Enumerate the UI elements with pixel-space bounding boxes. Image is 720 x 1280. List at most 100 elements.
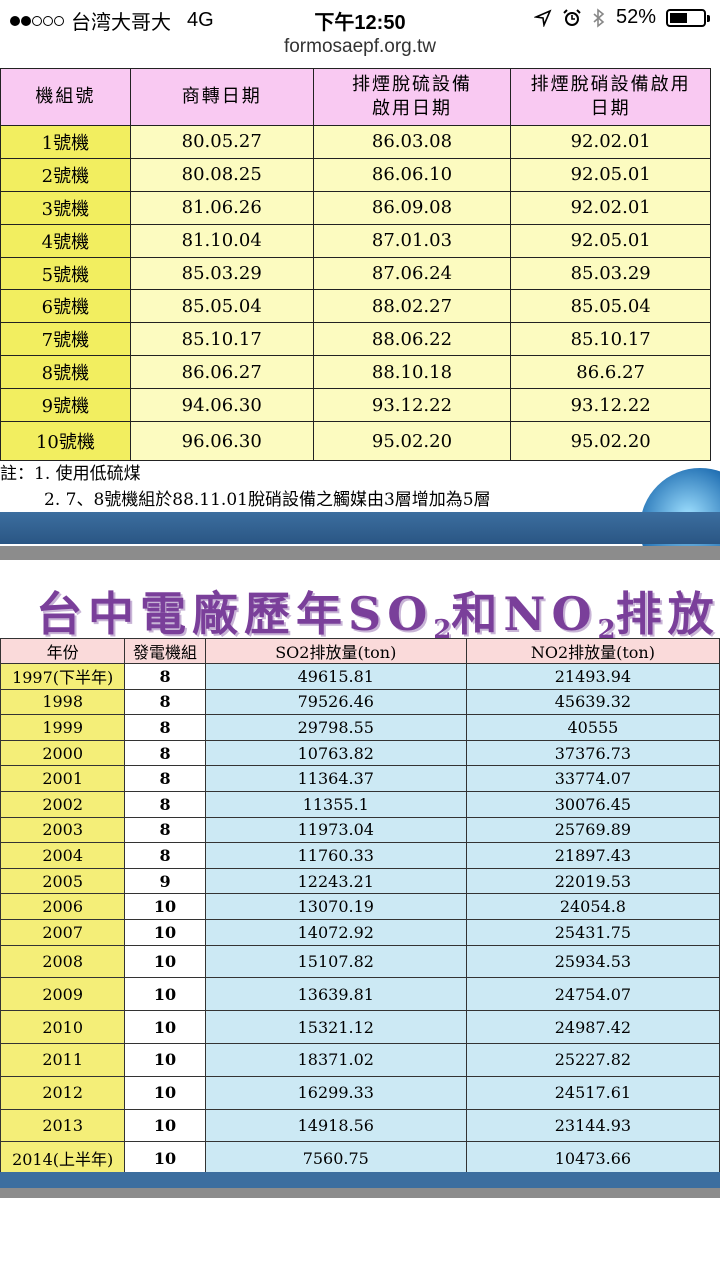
table-row: 2008 10 15107.82 25934.53 [0, 944, 720, 979]
so2-cell: 29798.55 [204, 714, 467, 741]
year-cell: 2011 [0, 1042, 126, 1077]
unit-dates-slide: 機組號 商轉日期 排煙脫硫設備 啟用日期 排煙脫硝設備啟用 日期 1號機 80.05.27 8… [0, 68, 720, 546]
date-cell: 86.03.08 [312, 125, 512, 159]
year-cell: 1997(下半年) [0, 663, 126, 690]
table-notes: 註：1. 使用低硫煤 2. 7、8號機組於88.11.01脫硝設備之觸媒由3層增… [0, 461, 491, 513]
year-cell: 2010 [0, 1010, 126, 1044]
slide-separator [0, 546, 720, 560]
table-row: 2002 8 11355.1 30076.45 [0, 790, 720, 818]
table-row: 2010 10 15321.12 24987.42 [0, 1010, 720, 1044]
no2-cell: 10473.66 [465, 1141, 720, 1176]
slide-footer-band [0, 1172, 720, 1188]
no2-cell: 33774.07 [465, 765, 720, 792]
so2-cell: 13639.81 [204, 977, 467, 1012]
date-cell: 92.02.01 [510, 190, 711, 225]
so2-cell: 79526.46 [204, 688, 467, 716]
unit-dates-table: 機組號 商轉日期 排煙脫硫設備 啟用日期 排煙脫硝設備啟用 日期 1號機 80.05.27 8… [0, 68, 711, 462]
date-cell: 85.05.04 [510, 289, 711, 324]
no2-cell: 40555 [465, 714, 720, 741]
table-row: 1998 8 79526.46 45639.32 [0, 688, 720, 716]
no2-cell: 24754.07 [465, 977, 720, 1012]
slide-footer-band [0, 512, 720, 544]
unit-name-cell: 6號機 [0, 289, 131, 324]
header-line: 排煙脫硫設備 [351, 74, 472, 95]
unit-count-cell: 10 [124, 1010, 206, 1044]
table-row: 4號機 81.10.04 87.01.03 92.05.01 [0, 223, 711, 258]
bluetooth-icon [593, 7, 605, 28]
so2-cell: 49615.81 [204, 663, 467, 690]
date-cell: 88.06.22 [312, 322, 512, 357]
date-cell: 85.10.17 [510, 322, 711, 357]
no2-cell: 22019.53 [465, 867, 720, 895]
date-cell: 86.09.08 [312, 190, 512, 225]
date-cell: 95.02.20 [510, 421, 711, 462]
table-row: 2011 10 18371.02 25227.82 [0, 1042, 720, 1077]
so2-cell: 15107.82 [204, 944, 467, 979]
year-cell: 2007 [0, 918, 126, 946]
slide-title: 台中電廠歷年SO2和NO2排放量 [0, 578, 720, 645]
battery-percent: 52% [615, 6, 656, 28]
unit-name-cell: 10號機 [0, 421, 131, 462]
unit-count-cell: 8 [124, 663, 206, 690]
header-line: 商轉日期 [181, 86, 262, 107]
unit-name-cell: 4號機 [0, 223, 131, 258]
unit-count-cell: 8 [124, 842, 206, 869]
slide-separator [0, 1188, 720, 1198]
title-part: 和NO [451, 587, 598, 641]
unit-count-cell: 8 [124, 714, 206, 741]
year-cell: 2012 [0, 1075, 126, 1110]
year-cell: 2000 [0, 739, 126, 767]
alarm-clock-icon [563, 8, 581, 26]
address-bar-url[interactable]: formosaepf.org.tw [0, 36, 720, 58]
table-row: 2012 10 16299.33 24517.61 [0, 1075, 720, 1110]
date-cell: 93.12.22 [312, 388, 512, 423]
battery-level [670, 12, 687, 23]
date-cell: 94.06.30 [129, 388, 314, 423]
no2-cell: 25769.89 [465, 816, 720, 844]
so2-cell: 7560.75 [204, 1141, 467, 1176]
so2-cell: 10763.82 [204, 739, 467, 767]
date-cell: 80.05.27 [129, 125, 314, 159]
status-bar: 台湾大哥大 4G 下午12:50 52% [0, 0, 720, 36]
unit-count-cell: 10 [124, 1141, 206, 1176]
unit-count-cell: 10 [124, 977, 206, 1012]
emission-table: 年份 發電機組 SO2排放量(ton) NO2排放量(ton) 1997(下半年) 8 4… [0, 638, 720, 1176]
unit-name-cell: 7號機 [0, 322, 131, 357]
header-line: 機組號 [35, 86, 96, 107]
date-cell: 87.06.24 [312, 256, 512, 291]
no2-cell: 24517.61 [465, 1075, 720, 1110]
no2-cell: 21493.94 [465, 663, 720, 690]
year-cell: 2001 [0, 765, 126, 792]
unit-count-cell: 8 [124, 765, 206, 792]
header-line: 日期 [590, 98, 631, 119]
so2-cell: 11355.1 [204, 790, 467, 818]
no2-cell: 30076.45 [465, 790, 720, 818]
title-part: 台中電廠歷年SO [36, 587, 434, 641]
battery-icon [666, 8, 710, 27]
table-row: 1999 8 29798.55 40555 [0, 714, 720, 741]
status-right: 52% [533, 6, 710, 29]
so2-cell: 13070.19 [204, 893, 467, 920]
unit-name-cell: 3號機 [0, 190, 131, 225]
notes-prefix: 註： [0, 464, 34, 484]
table-row: 2號機 80.08.25 86.06.10 92.05.01 [0, 157, 711, 192]
no2-cell: 25227.82 [465, 1042, 720, 1077]
so2-cell: 12243.21 [204, 867, 467, 895]
date-cell: 80.08.25 [129, 157, 314, 192]
table-header-row: 機組號 商轉日期 排煙脫硫設備 啟用日期 排煙脫硝設備啟用 日期 [0, 68, 711, 126]
year-cell: 2004 [0, 842, 126, 869]
unit-name-cell: 9號機 [0, 388, 131, 423]
unit-count-cell: 10 [124, 944, 206, 979]
so2-cell: 15321.12 [204, 1010, 467, 1044]
unit-count-cell: 9 [124, 867, 206, 895]
unit-name-cell: 8號機 [0, 355, 131, 390]
date-cell: 95.02.20 [312, 421, 512, 462]
year-cell: 2009 [0, 977, 126, 1012]
year-cell: 2005 [0, 867, 126, 895]
note-line-1: 註：1. 使用低硫煤 [0, 461, 491, 487]
emission-slide: 台中電廠歷年SO2和NO2排放量 年份發電機組SO2排放量(ton)NO2排放量… [0, 560, 720, 1188]
note-line-2: 2. 7、8號機組於88.11.01脫硝設備之觸媒由3層增加為5層 [0, 487, 491, 513]
table-row: 9號機 94.06.30 93.12.22 93.12.22 [0, 388, 711, 423]
year-cell: 2006 [0, 893, 126, 920]
column-header: 年份 [0, 638, 126, 664]
